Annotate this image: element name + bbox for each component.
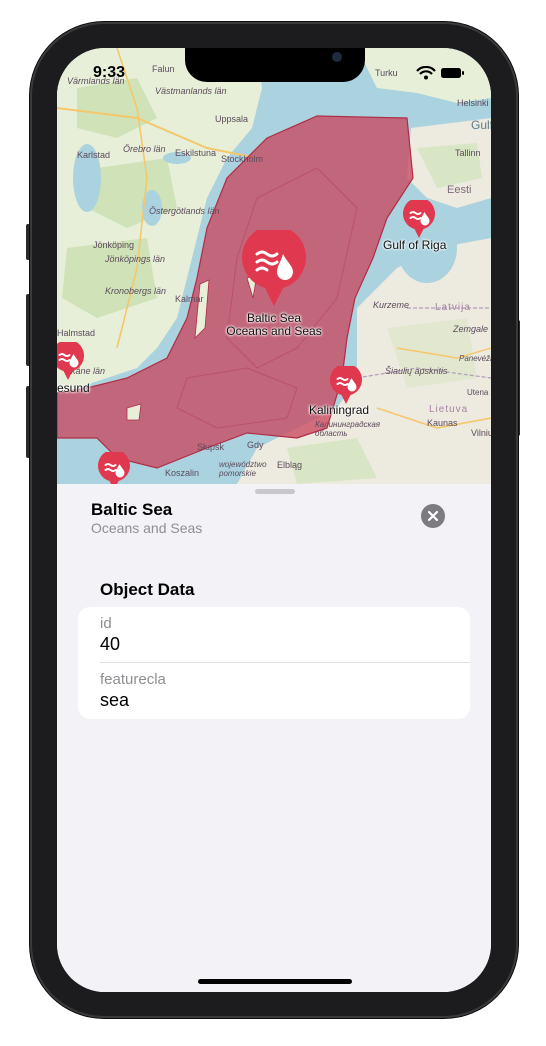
list-item: featurecla sea bbox=[78, 663, 470, 719]
field-value: sea bbox=[100, 690, 130, 710]
battery-icon bbox=[441, 68, 464, 78]
map-label: Kaunas bbox=[427, 418, 458, 428]
map-label: Калининградская область bbox=[315, 420, 381, 438]
map-label: Koszalin bbox=[165, 468, 200, 478]
map-label: Šiaulių apskritis bbox=[385, 366, 448, 376]
map-label: Elbląg bbox=[277, 460, 303, 470]
map-label: Eesti bbox=[447, 184, 472, 196]
map-label: Kronobergs län bbox=[105, 286, 167, 296]
map-label: Eskilstuna bbox=[175, 148, 217, 158]
map-label: Östergötlands län bbox=[149, 206, 220, 216]
map-label: Turku bbox=[375, 68, 398, 78]
map-label: Stockholm bbox=[221, 154, 264, 164]
sheet-subtitle: Oceans and Seas bbox=[91, 520, 203, 536]
map-label: Kurzeme bbox=[373, 300, 410, 310]
map-label: Vilniu bbox=[471, 428, 491, 438]
map-label: Zemgale bbox=[453, 324, 489, 334]
status-time: 9:33 bbox=[93, 64, 126, 81]
map-label: Gdy bbox=[247, 440, 264, 450]
map-label: Falun bbox=[152, 64, 175, 74]
home-indicator[interactable] bbox=[198, 979, 352, 984]
map-label: Panevėžio apskritis bbox=[459, 354, 491, 363]
field-key: id bbox=[100, 615, 112, 632]
status-icons bbox=[415, 65, 465, 80]
map-label: Helsinki bbox=[457, 98, 489, 108]
map-label: Kalmar bbox=[175, 294, 204, 304]
map-label: Latvija bbox=[435, 302, 471, 313]
map-label: Jönköpings län bbox=[105, 254, 166, 264]
map-pin-kaliningrad[interactable] bbox=[329, 366, 363, 406]
sheet-title: Baltic Sea bbox=[91, 500, 173, 519]
map-pin-bottom[interactable] bbox=[97, 452, 131, 484]
pin-label-kaliningrad: Kaliningrad bbox=[309, 403, 370, 417]
map-label: Jönköping bbox=[93, 240, 135, 250]
pin-label-oresund: esund bbox=[57, 381, 90, 395]
map-label: województwo pomorskie bbox=[219, 460, 267, 478]
pin-label-baltic-sea: Baltic Sea Oceans and Seas bbox=[222, 312, 326, 338]
map-label: Utena bbox=[467, 388, 489, 397]
map-label: Halmstad bbox=[57, 328, 96, 338]
map-label: Uppsala bbox=[215, 114, 249, 124]
map-label: Słupsk bbox=[197, 442, 225, 452]
wifi-icon bbox=[416, 65, 436, 80]
map-pin-gulf-of-riga[interactable] bbox=[402, 200, 436, 240]
camera-icon bbox=[332, 52, 342, 62]
map-label: Västmanlands län bbox=[155, 86, 227, 96]
screen: Falun Uppsala Värmlands län Västmanlands… bbox=[57, 48, 491, 992]
map-label: Lietuva bbox=[429, 404, 469, 415]
map-label: Örebro län bbox=[123, 144, 166, 154]
map-label: Gulf bbox=[471, 118, 491, 132]
map-view[interactable]: Falun Uppsala Värmlands län Västmanlands… bbox=[57, 48, 491, 484]
pin-label-gulf-of-riga: Gulf of Riga bbox=[383, 238, 447, 252]
list-item: id 40 bbox=[78, 607, 470, 663]
map-pin-oresund[interactable] bbox=[57, 342, 85, 382]
close-button[interactable] bbox=[421, 504, 445, 528]
pin-subtitle: Oceans and Seas bbox=[226, 324, 322, 338]
notch bbox=[185, 48, 365, 82]
map-label: Tallinn bbox=[455, 148, 481, 158]
close-icon bbox=[427, 510, 439, 522]
detail-sheet: Baltic Sea Oceans and Seas Object Data i… bbox=[57, 484, 491, 992]
field-value: 40 bbox=[100, 634, 121, 654]
section-header: Object Data bbox=[100, 580, 195, 599]
map-label: Karlstad bbox=[77, 150, 111, 160]
field-key: featurecla bbox=[100, 671, 166, 688]
object-data-list: id 40 featurecla sea bbox=[78, 607, 470, 719]
sheet-grabber[interactable] bbox=[255, 489, 295, 494]
map-pin-baltic-sea[interactable] bbox=[241, 230, 307, 310]
